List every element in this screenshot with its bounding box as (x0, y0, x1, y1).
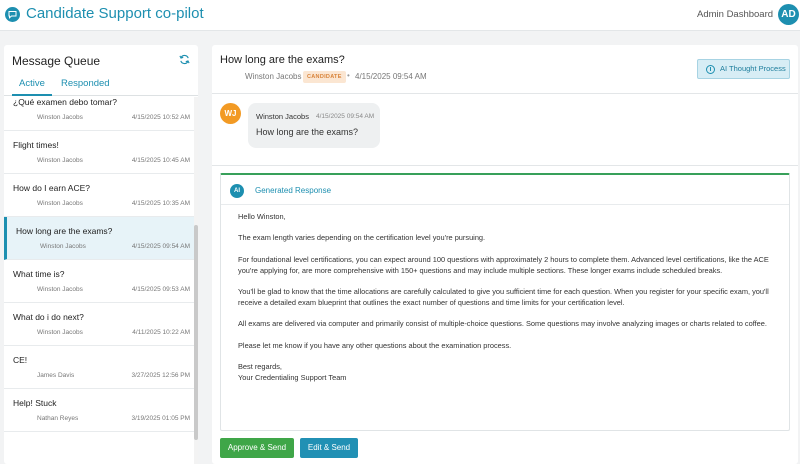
sender-avatar: WJ (220, 103, 241, 124)
bubble-text: How long are the exams? (256, 127, 359, 137)
conversation-date: 4/15/2025 09:54 AM (355, 72, 427, 81)
ai-thought-process-label: AI Thought Process (720, 64, 786, 73)
app-title: Candidate Support co-pilot (26, 5, 204, 22)
message-question: Flight times! (13, 140, 59, 150)
list-item-selected[interactable]: How long are the exams? Winston Jacobs 4… (4, 217, 196, 260)
message-sender: James Davis (37, 372, 75, 379)
message-queue-panel: Message Queue Active Responded ¿Qué exam… (4, 45, 198, 464)
message-date: 3/19/2025 01:05 PM (131, 415, 190, 422)
response-paragraph: All exams are delivered via computer and… (238, 319, 767, 329)
message-sender: Winston Jacobs (37, 114, 83, 121)
response-signature: Your Credentialing Support Team (238, 372, 347, 382)
message-question: How long are the exams? (16, 226, 113, 236)
message-bubble: Winston Jacobs 4/15/2025 09:54 AM How lo… (248, 103, 380, 148)
edit-send-button[interactable]: Edit & Send (300, 438, 358, 458)
message-date: 4/15/2025 09:54 AM (131, 243, 190, 250)
candidate-badge: CANDIDATE (303, 71, 346, 83)
message-question: How do I earn ACE? (13, 183, 91, 193)
message-sender: Winston Jacobs (37, 157, 83, 164)
chat-thread: WJ Winston Jacobs 4/15/2025 09:54 AM How… (212, 94, 798, 165)
queue-tabs: Active Responded (4, 73, 198, 96)
response-paragraph: For foundational level certifications, y… (238, 254, 769, 275)
ai-thought-process-button[interactable]: AI Thought Process (697, 59, 790, 79)
list-item[interactable]: Help! Stuck Nathan Reyes 3/19/2025 01:05… (4, 389, 196, 432)
message-question: Help! Stuck (13, 398, 57, 408)
message-date: 3/27/2025 12:56 PM (131, 372, 190, 379)
meta-separator: • (347, 71, 350, 80)
info-icon (706, 65, 715, 74)
conversation-title: How long are the exams? (220, 54, 345, 66)
message-list: ¿Qué examen debo tomar? Winston Jacobs 4… (4, 97, 196, 464)
tab-active[interactable]: Active (19, 78, 45, 89)
list-item[interactable]: What do i do next? Winston Jacobs 4/11/2… (4, 303, 196, 346)
message-sender: Nathan Reyes (37, 415, 79, 422)
response-body[interactable]: Hello Winston, The exam length varies de… (238, 212, 778, 384)
list-item[interactable]: ¿Qué examen debo tomar? Winston Jacobs 4… (4, 97, 196, 131)
message-sender: Winston Jacobs (37, 200, 83, 207)
admin-dashboard-link[interactable]: Admin Dashboard (697, 9, 773, 20)
list-item[interactable]: What time is? Winston Jacobs 4/15/2025 0… (4, 260, 196, 303)
message-sender: Winston Jacobs (37, 329, 83, 336)
message-date: 4/15/2025 09:53 AM (131, 286, 190, 293)
list-item[interactable]: How do I earn ACE? Winston Jacobs 4/15/2… (4, 174, 196, 217)
response-paragraph: Please let me know if you have any other… (238, 340, 512, 350)
message-sender: Winston Jacobs (40, 243, 86, 250)
bubble-time: 4/15/2025 09:54 AM (316, 113, 375, 120)
response-paragraph: Hello Winston, (238, 212, 286, 221)
response-paragraph: The exam length varies depending on the … (238, 233, 486, 243)
app-header: Candidate Support co-pilot Admin Dashboa… (0, 0, 800, 31)
tab-responded[interactable]: Responded (61, 78, 110, 89)
generated-response-label: Generated Response (255, 186, 332, 195)
message-date: 4/15/2025 10:45 AM (131, 157, 190, 164)
refresh-icon[interactable] (179, 54, 190, 65)
ai-badge: AI (230, 184, 244, 198)
message-queue-title: Message Queue (12, 54, 101, 68)
message-question: What time is? (13, 269, 65, 279)
message-sender: Winston Jacobs (37, 286, 83, 293)
list-item[interactable]: CE! James Davis 3/27/2025 12:56 PM (4, 346, 196, 389)
message-question: CE! (13, 355, 28, 365)
generated-response-panel: AI Generated Response Hello Winston, The… (220, 173, 790, 431)
message-date: 4/15/2025 10:52 AM (131, 114, 190, 121)
chat-bubble-icon (5, 7, 20, 22)
conversation-author: Winston Jacobs (245, 72, 302, 81)
response-closing: Best regards, (238, 361, 282, 371)
response-paragraph: You'll be glad to know that the time all… (238, 286, 769, 307)
approve-send-button[interactable]: Approve & Send (220, 438, 294, 458)
message-date: 4/11/2025 10:22 AM (132, 329, 190, 336)
conversation-panel: How long are the exams? Winston Jacobs C… (212, 45, 798, 464)
list-item[interactable]: Flight times! Winston Jacobs 4/15/2025 1… (4, 131, 196, 174)
divider (221, 204, 789, 205)
scrollbar-thumb[interactable] (194, 225, 198, 440)
active-tab-indicator (12, 94, 52, 96)
message-question: ¿Qué examen debo tomar? (13, 97, 117, 107)
divider (212, 165, 798, 166)
message-question: What do i do next? (13, 312, 84, 322)
message-date: 4/15/2025 10:35 AM (131, 200, 190, 207)
user-avatar[interactable]: AD (778, 4, 799, 25)
bubble-sender: Winston Jacobs (256, 112, 309, 121)
